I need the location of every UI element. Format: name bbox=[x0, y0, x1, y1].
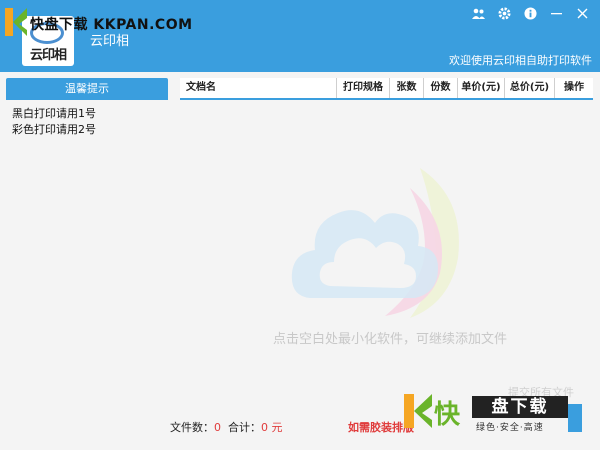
minimize-icon[interactable] bbox=[548, 5, 564, 21]
window-controls bbox=[470, 5, 590, 21]
close-icon[interactable] bbox=[574, 5, 590, 21]
watermark-k-icon bbox=[5, 8, 27, 36]
watermark-kuai: 快 bbox=[434, 400, 461, 430]
column-print-spec: 打印规格 bbox=[337, 78, 390, 98]
welcome-text: 欢迎使用云印相自助打印软件 bbox=[449, 54, 592, 67]
column-filename: 文档名 bbox=[180, 78, 337, 98]
column-total-price: 总价(元) bbox=[505, 78, 555, 98]
tab-tips[interactable]: 温馨提示 bbox=[6, 78, 168, 100]
file-count-value: 0 bbox=[214, 421, 221, 434]
cloud-logo-watermark-icon bbox=[291, 168, 459, 318]
watermark-bottom: 快 盘下载 绿色·安全·高速 bbox=[404, 392, 574, 436]
file-table-header: 文档名 打印规格 张数 份数 单价(元) 总价(元) 操作 bbox=[180, 78, 593, 100]
watermark-pan: 盘下载 bbox=[472, 396, 568, 418]
column-copies: 份数 bbox=[424, 78, 458, 98]
list-item: 黑白打印请用1号 bbox=[12, 107, 96, 120]
logo-text: 云印相 bbox=[29, 48, 67, 63]
minimize-hint-text: 点击空白处最小化软件，可继续添加文件 bbox=[272, 332, 507, 347]
watermark-k-icon bbox=[404, 394, 432, 428]
column-action: 操作 bbox=[564, 82, 584, 93]
tips-panel: 温馨提示 黑白打印请用1号 彩色打印请用2号 bbox=[6, 78, 168, 144]
total-value: 0 元 bbox=[261, 421, 283, 434]
list-item: 彩色打印请用2号 bbox=[12, 123, 96, 136]
watermark-sub: 绿色·安全·高速 bbox=[476, 423, 544, 433]
tips-list: 黑白打印请用1号 彩色打印请用2号 bbox=[6, 100, 168, 144]
user-group-icon[interactable] bbox=[470, 5, 486, 21]
total-label: 合计： bbox=[228, 421, 261, 434]
column-unit-price: 单价(元) bbox=[458, 78, 505, 98]
info-icon[interactable] bbox=[522, 5, 538, 21]
app-header: 云印相 快盘下载 KKPAN.COM 云印相 欢迎使用云印相自助打印软件 bbox=[0, 0, 600, 72]
app-title: 云印相 bbox=[90, 34, 130, 49]
column-sheets: 张数 bbox=[390, 78, 424, 98]
summary-bar: 文件数：0 合计：0 元 bbox=[170, 419, 283, 435]
file-count-label: 文件数： bbox=[170, 421, 214, 434]
gear-icon[interactable] bbox=[496, 5, 512, 21]
